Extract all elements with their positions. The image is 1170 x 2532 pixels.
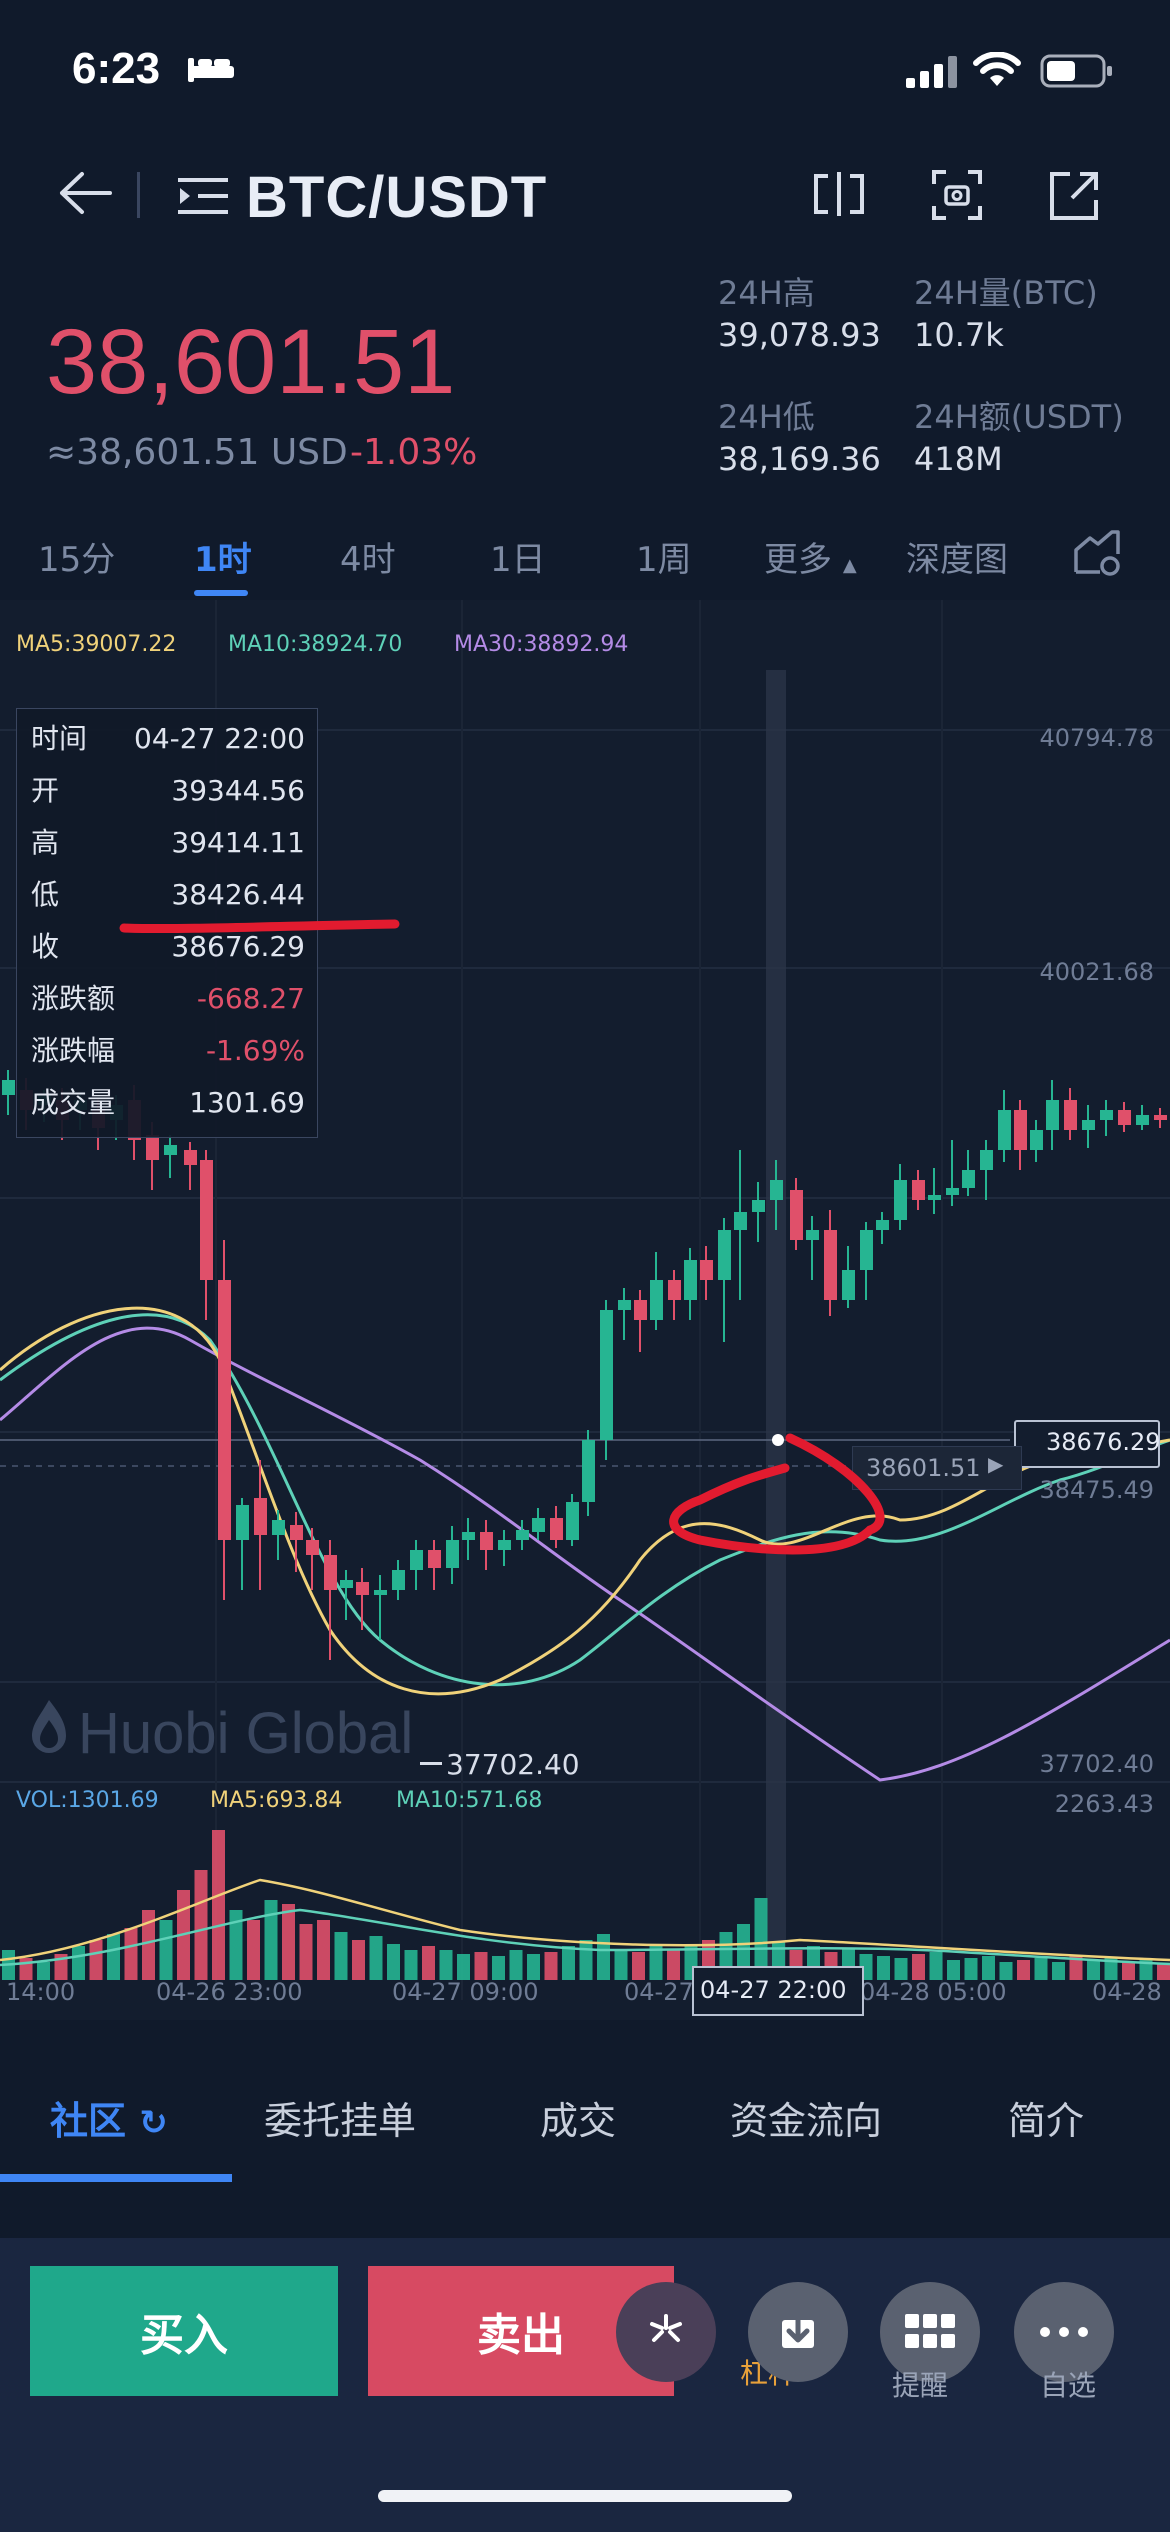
tab-capital-flow[interactable]: 资金流向 (730, 2090, 882, 2145)
home-indicator (378, 2490, 792, 2502)
download-button[interactable] (748, 2282, 848, 2382)
buy-button[interactable]: 买入 (30, 2266, 338, 2396)
tab-community[interactable]: 社区 ↻ (50, 2090, 168, 2145)
tab-orders[interactable]: 委托挂单 (264, 2090, 416, 2145)
more-dots-icon (1040, 2327, 1088, 2337)
grid-icon (905, 2314, 955, 2348)
refresh-icon[interactable]: ↻ (139, 2103, 168, 2143)
sparkle-icon (650, 2314, 682, 2342)
spark-button[interactable] (616, 2282, 716, 2382)
tab-community-label: 社区 (50, 2099, 127, 2143)
alert-label[interactable]: 提醒 (892, 2364, 948, 2404)
favorite-label[interactable]: 自选 (1040, 2364, 1096, 2404)
download-icon (782, 2311, 814, 2348)
tab-trades[interactable]: 成交 (540, 2090, 616, 2145)
active-bottom-tab-indicator (0, 2174, 232, 2182)
tab-intro[interactable]: 简介 (1008, 2090, 1084, 2145)
